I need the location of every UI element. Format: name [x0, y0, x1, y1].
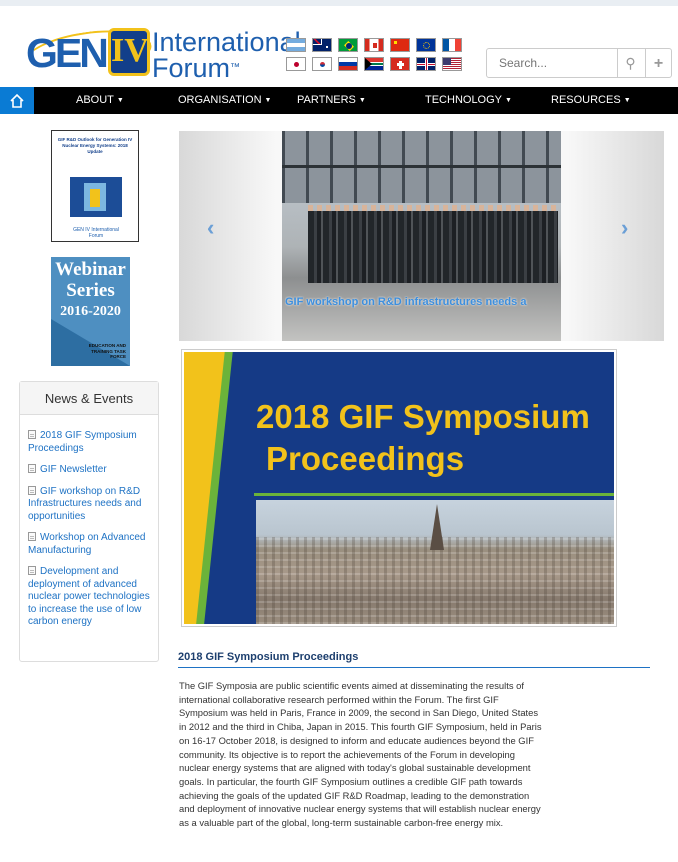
article-title: 2018 GIF Symposium Proceedings — [178, 651, 359, 663]
news-events-heading: News & Events — [20, 382, 158, 415]
search-box: ⚲ + — [486, 48, 672, 78]
logo-tm: ™ — [230, 62, 241, 73]
caret-down-icon: ▼ — [358, 97, 366, 104]
nav-about-label: ABOUT — [76, 94, 114, 106]
image-carousel: GIF workshop on R&D infrastructures need… — [179, 131, 664, 341]
caret-down-icon: ▼ — [116, 97, 124, 104]
nav-partners[interactable]: PARTNERS ▼ — [297, 87, 366, 114]
article-divider — [178, 667, 650, 668]
caret-down-icon: ▼ — [623, 97, 631, 104]
logo-iv-mark: IV — [108, 28, 150, 76]
nav-resources-label: RESOURCES — [551, 94, 621, 106]
banner-title-line2: Proceedings — [266, 440, 465, 477]
document-icon — [28, 532, 36, 541]
plus-icon: + — [653, 55, 664, 72]
news-item[interactable]: 2018 GIF Symposium Proceedings — [28, 430, 156, 455]
brazil-flag[interactable] — [338, 38, 358, 52]
argentina-flag[interactable] — [286, 38, 306, 52]
china-flag[interactable] — [390, 38, 410, 52]
page: GEN IV International Forum™ ⚲ + ABOUT▼ O… — [0, 6, 678, 862]
crowd-group — [308, 211, 558, 283]
nav-organisation-label: ORGANISATION — [178, 94, 262, 106]
main-nav: ABOUT ▼ ORGANISATION ▼ PARTNERS ▼ TECHNOLOG… — [0, 87, 678, 114]
news-events-panel: News & Events 2018 GIF Symposium Proceed… — [19, 381, 159, 662]
switzerland-flag[interactable] — [390, 57, 410, 71]
building-floor-line — [282, 165, 561, 168]
rd-outlook-title: GIF R&D Outlook for Generation IV Nuclea… — [57, 137, 133, 154]
webinar-line1: Webinar — [55, 259, 126, 280]
document-icon — [28, 566, 36, 575]
australia-flag[interactable] — [312, 38, 332, 52]
nav-partners-label: PARTNERS — [297, 94, 356, 106]
russia-flag[interactable] — [338, 57, 358, 71]
webinar-series-banner[interactable]: Webinar Series 2016-2020 EDUCATION AND T… — [51, 257, 130, 366]
article-body: The GIF Symposia are public scientific e… — [179, 680, 542, 829]
search-input[interactable] — [487, 49, 617, 77]
webinar-line2: Series — [66, 280, 115, 301]
carousel-next-button[interactable]: › — [621, 217, 628, 239]
france-flag[interactable] — [442, 38, 462, 52]
carousel-prev-button[interactable]: ‹ — [207, 217, 214, 239]
chevron-right-icon: › — [621, 215, 629, 240]
south-africa-flag[interactable] — [364, 57, 384, 71]
document-icon — [28, 485, 36, 495]
caret-down-icon: ▼ — [264, 97, 272, 104]
logo-forum-text: Forum™ — [152, 54, 240, 82]
home-icon — [10, 93, 24, 108]
banner-green-rule — [254, 493, 614, 496]
paris-city-texture — [256, 537, 614, 624]
workshop-group-photo — [282, 131, 561, 341]
home-button[interactable] — [0, 87, 34, 114]
rd-outlook-cover[interactable]: GIF R&D Outlook for Generation IV Nuclea… — [51, 130, 139, 242]
rd-outlook-logo: GEN IV International Forum — [73, 227, 119, 239]
nav-organisation[interactable]: ORGANISATION ▼ — [178, 87, 271, 114]
add-button[interactable]: + — [645, 49, 671, 77]
banner-background: 2018 GIF Symposium Proceedings — [184, 352, 614, 624]
news-item-label: Development and deployment of advanced n… — [28, 566, 150, 627]
symposium-banner[interactable]: 2018 GIF Symposium Proceedings — [181, 349, 617, 627]
news-item-label: 2018 GIF Symposium Proceedings — [28, 430, 137, 454]
chevron-left-icon: ‹ — [207, 215, 215, 240]
document-icon — [28, 464, 36, 473]
news-item[interactable]: GIF workshop on R&D Infrastructures need… — [28, 485, 156, 524]
news-item-label: GIF workshop on R&D Infrastructures need… — [28, 485, 142, 522]
news-item[interactable]: Workshop on Advanced Manufacturing — [28, 532, 156, 557]
canada-flag[interactable] — [364, 38, 384, 52]
gen-iv-logo[interactable]: GEN IV International Forum™ — [21, 23, 301, 85]
news-item-label: Workshop on Advanced Manufacturing — [28, 532, 146, 556]
news-list: 2018 GIF Symposium Proceedings GIF Newsl… — [28, 430, 156, 638]
banner-title-line1: 2018 GIF Symposium — [256, 398, 590, 435]
news-item[interactable]: Development and deployment of advanced n… — [28, 566, 156, 629]
news-item[interactable]: GIF Newsletter — [28, 464, 156, 477]
usa-flag[interactable] — [442, 57, 462, 71]
nav-resources[interactable]: RESOURCES ▼ — [551, 87, 631, 114]
document-icon — [28, 430, 36, 439]
logo-forum-word: Forum — [152, 53, 231, 83]
japan-flag[interactable] — [286, 57, 306, 71]
webinar-years: 2016-2020 — [60, 304, 121, 319]
carousel-caption[interactable]: GIF workshop on R&D infrastructures need… — [285, 296, 565, 308]
logo-gen-text: GEN — [26, 30, 109, 76]
rd-outlook-image — [70, 177, 122, 217]
magnifier-icon: ⚲ — [625, 55, 636, 71]
logo-international-text: International — [152, 27, 301, 57]
webinar-tag: EDUCATION AND TRAINING TASK FORCE — [88, 343, 126, 359]
eiffel-tower-shape — [430, 504, 444, 550]
uk-flag[interactable] — [416, 57, 436, 71]
news-item-label: GIF Newsletter — [40, 464, 107, 475]
caret-down-icon: ▼ — [505, 97, 512, 104]
nav-technology-label: TECHNOLOGY — [425, 94, 503, 106]
webinar-title: Webinar Series 2016-2020 — [51, 259, 130, 322]
nav-about[interactable]: ABOUT ▼ — [76, 87, 124, 114]
search-button[interactable]: ⚲ — [617, 49, 643, 77]
euratom-flag[interactable] — [416, 38, 436, 52]
nav-technology[interactable]: TECHNOLOGY ▼ — [425, 87, 512, 114]
korea-flag[interactable] — [312, 57, 332, 71]
